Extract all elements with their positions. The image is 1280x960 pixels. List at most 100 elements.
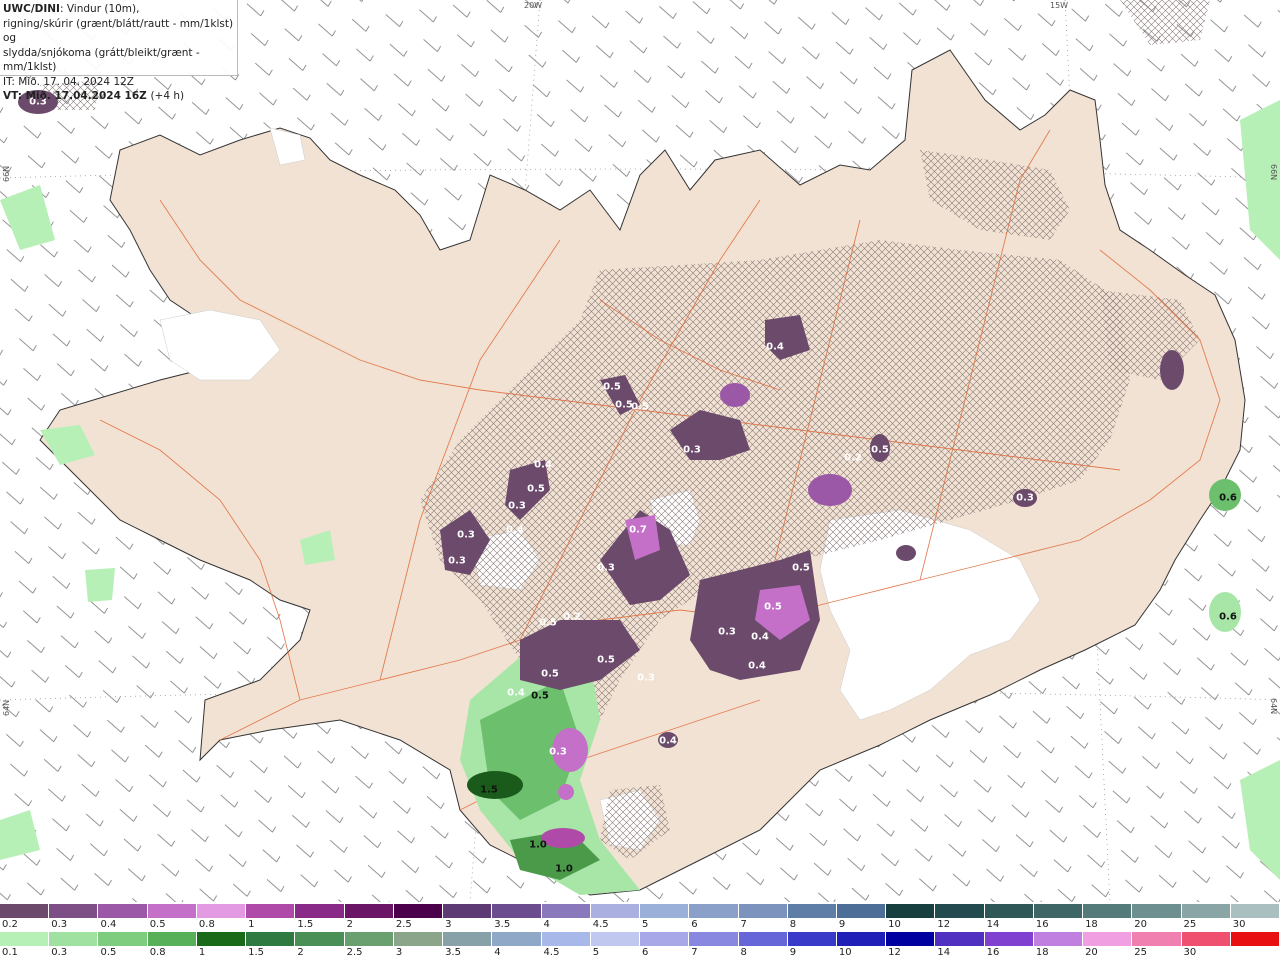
scale-color-cell bbox=[147, 932, 197, 946]
scale-color-cell bbox=[935, 932, 985, 946]
precip-value-label: 0.2 bbox=[563, 611, 581, 623]
scale-label: 3 bbox=[395, 947, 403, 958]
scale-color-cell bbox=[49, 932, 99, 946]
scale-color-cell bbox=[836, 904, 887, 918]
lat-label-64n-left: 64N bbox=[2, 699, 11, 716]
precip-value-label: 0.4 bbox=[751, 631, 769, 643]
lat-label-66n-left: 66N bbox=[2, 165, 11, 182]
precip-value-label: 0.4 bbox=[766, 341, 784, 353]
scale-color-cell bbox=[1132, 904, 1182, 918]
scale-label: 0.3 bbox=[51, 919, 68, 930]
scale-label: 8 bbox=[740, 947, 747, 958]
scale-label: 0.5 bbox=[149, 919, 166, 930]
scale-label: 4.5 bbox=[543, 947, 560, 958]
scale-label: 2.5 bbox=[346, 947, 363, 958]
precip-value-label: 0.3 bbox=[1016, 492, 1034, 504]
scale-color-cell bbox=[98, 904, 148, 918]
scale-color-cell bbox=[49, 904, 99, 918]
precip-value-label: 0.5 bbox=[792, 562, 810, 574]
scale-color-cell bbox=[640, 904, 690, 918]
scale-color-cell bbox=[541, 904, 591, 918]
legend-line2: rigning/skúrir (grænt/blátt/rautt - mm/1… bbox=[3, 17, 234, 45]
lon-label-20w: 20W bbox=[524, 1, 543, 10]
scale-label: 25 bbox=[1134, 947, 1148, 958]
scale-color-cell bbox=[0, 904, 50, 918]
scale-color-cell bbox=[640, 932, 690, 946]
scale-color-cell bbox=[1033, 932, 1084, 946]
precip-value-label: 0.4 bbox=[506, 524, 524, 536]
scale-label: 7 bbox=[691, 947, 698, 958]
scale-label: 25 bbox=[1183, 919, 1197, 930]
scale-label: 0.1 bbox=[2, 947, 18, 958]
scale-color-cell bbox=[787, 904, 837, 918]
scale-label: 30 bbox=[1183, 947, 1197, 958]
scale-label: 6 bbox=[642, 947, 649, 958]
legend-line1: : Vindur (10m), bbox=[59, 3, 140, 15]
scale-label: 12 bbox=[888, 947, 901, 958]
scale-label: 0.3 bbox=[51, 947, 68, 958]
precip-value-label: 0.5 bbox=[764, 601, 782, 613]
scale-label: 16 bbox=[1035, 919, 1049, 930]
lon-label-15w: 15W bbox=[1050, 1, 1069, 10]
scale-label: 2 bbox=[346, 919, 353, 930]
scale-color-cell bbox=[984, 904, 1034, 918]
scale-label: 7 bbox=[740, 919, 747, 930]
scale-label: 14 bbox=[986, 919, 1000, 930]
precip-value-label: 0.3 bbox=[597, 562, 615, 574]
precip-value-label: 0.5 bbox=[597, 654, 615, 666]
scale-color-cell bbox=[1181, 904, 1231, 918]
scale-color-cell bbox=[147, 904, 197, 918]
scale-label: 1.5 bbox=[297, 919, 314, 930]
scale-label: 3 bbox=[445, 919, 452, 930]
scale-label: 1.5 bbox=[248, 947, 265, 958]
scale-color-cell bbox=[836, 932, 887, 946]
scale-color-cell bbox=[295, 932, 345, 946]
precip-value-label: 0.3 bbox=[637, 672, 655, 684]
scale-color-cell bbox=[541, 932, 591, 946]
scale-label: 0.8 bbox=[149, 947, 166, 958]
precip-value-label: 0.3 bbox=[683, 444, 701, 456]
lat-label-66n-right: 66N bbox=[1269, 164, 1278, 181]
scale-label: 10 bbox=[838, 947, 852, 958]
precip-value-label: 0.6 bbox=[1219, 492, 1237, 504]
scale-color-cell bbox=[738, 932, 788, 946]
scale-label: 18 bbox=[1085, 919, 1098, 930]
lat-label-64n-right: 64N bbox=[1269, 698, 1278, 715]
scale-color-cell bbox=[196, 904, 247, 918]
scale-label: 5 bbox=[642, 919, 649, 930]
legend-line3: slydda/snjókoma (grátt/bleikt/grænt - mm… bbox=[3, 46, 200, 74]
scale-color-cell bbox=[492, 932, 542, 946]
scale-color-cell bbox=[492, 904, 542, 918]
model-name: UWC/DINI bbox=[3, 3, 60, 15]
scale-color-cell bbox=[393, 904, 444, 918]
map-info-box: UWC/DINI: Vindur (10m), rigning/skúrir (… bbox=[0, 0, 238, 102]
scale-label: 30 bbox=[1232, 919, 1246, 930]
scale-label: 3.5 bbox=[494, 919, 511, 930]
scale-label: 4.5 bbox=[592, 919, 609, 930]
scale-color-cell bbox=[787, 932, 837, 946]
scale-color-cell bbox=[738, 904, 788, 918]
precip-value-label: 0.5 bbox=[539, 617, 557, 629]
precip-value-label: 1.0 bbox=[555, 863, 573, 875]
scale-label: 16 bbox=[986, 947, 1000, 958]
precip-value-label: 0.3 bbox=[448, 555, 466, 567]
precip-value-label: 0.5 bbox=[531, 690, 549, 702]
scale-label: 9 bbox=[838, 919, 846, 930]
valid-time: VT: Mið. 17.04.2024 16Z bbox=[3, 90, 147, 102]
scale-color-cell bbox=[1230, 904, 1280, 918]
precip-value-label: 0.3 bbox=[508, 500, 526, 512]
scale-label: 1 bbox=[198, 947, 206, 958]
scale-color-cell bbox=[443, 904, 493, 918]
rain-color-scale bbox=[0, 932, 1280, 946]
scale-label: 14 bbox=[937, 947, 951, 958]
precip-value-label: 0.5 bbox=[541, 668, 559, 680]
scale-color-cell bbox=[295, 904, 345, 918]
precip-value-label: 0.6 bbox=[1219, 611, 1237, 623]
scale-label: 18 bbox=[1035, 947, 1049, 958]
scale-label: 5 bbox=[592, 947, 600, 958]
precip-value-label: 0.4 bbox=[534, 459, 552, 471]
scale-label: 10 bbox=[888, 919, 901, 930]
scale-label: 2.5 bbox=[395, 919, 412, 930]
scale-color-cell bbox=[1230, 932, 1280, 946]
precip-value-label: 0.3 bbox=[457, 529, 475, 541]
